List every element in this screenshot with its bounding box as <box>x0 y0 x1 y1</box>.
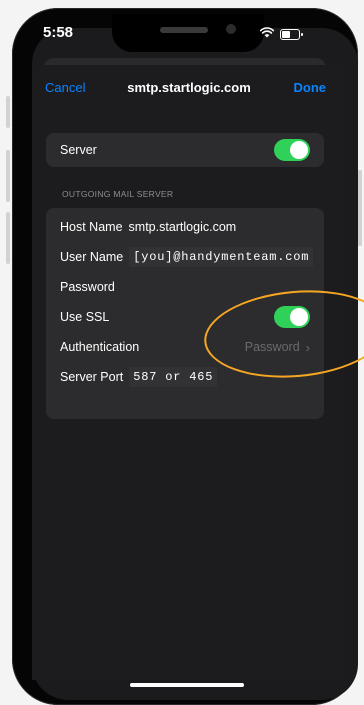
chevron-right-icon: › <box>305 339 310 355</box>
outgoing-mail-group: Host Name smtp.startlogic.com User Name … <box>46 208 324 419</box>
server-row: Server <box>46 133 324 167</box>
authentication-value: Password <box>244 340 300 354</box>
authentication-row[interactable]: Authentication Password › <box>46 332 324 362</box>
use-ssl-label: Use SSL <box>60 310 110 324</box>
server-port-field[interactable]: 587 or 465 <box>129 367 218 387</box>
user-name-row[interactable]: User Name [you]@handymenteam.com <box>46 242 324 272</box>
nav-bar: Cancel smtp.startlogic.com Done <box>32 74 346 104</box>
password-label: Password <box>60 280 115 294</box>
toggle-knob <box>290 308 308 326</box>
password-row[interactable]: Password <box>46 272 324 302</box>
home-indicator[interactable] <box>130 683 244 687</box>
authentication-value-group: Password › <box>245 340 310 355</box>
volume-up-button <box>6 150 10 202</box>
authentication-label: Authentication <box>60 340 140 354</box>
server-port-row[interactable]: Server Port 587 or 465 <box>46 362 324 392</box>
status-time: 5:58 <box>43 24 74 41</box>
battery-icon <box>280 28 303 40</box>
user-name-label: User Name <box>60 250 124 264</box>
camera-dot <box>226 24 236 34</box>
server-toggle[interactable] <box>274 139 310 161</box>
host-name-row[interactable]: Host Name smtp.startlogic.com <box>46 212 324 242</box>
section-header: OUTGOING MAIL SERVER <box>62 189 174 199</box>
volume-down-button <box>6 212 10 264</box>
speaker-grille <box>160 27 208 33</box>
power-button <box>358 170 362 246</box>
use-ssl-toggle[interactable] <box>274 306 310 328</box>
host-name-label: Host Name <box>60 220 123 234</box>
silent-switch <box>6 96 10 128</box>
done-button[interactable]: Done <box>294 80 327 95</box>
server-group: Server <box>46 133 324 167</box>
notch <box>112 14 264 52</box>
use-ssl-row: Use SSL <box>46 302 324 332</box>
wifi-icon <box>259 25 275 43</box>
status-icons <box>259 25 303 43</box>
server-port-label: Server Port <box>60 370 124 384</box>
user-name-field[interactable]: [you]@handymenteam.com <box>129 247 314 267</box>
server-label: Server <box>60 143 97 157</box>
toggle-knob <box>290 141 308 159</box>
host-name-field[interactable]: smtp.startlogic.com <box>129 220 237 234</box>
